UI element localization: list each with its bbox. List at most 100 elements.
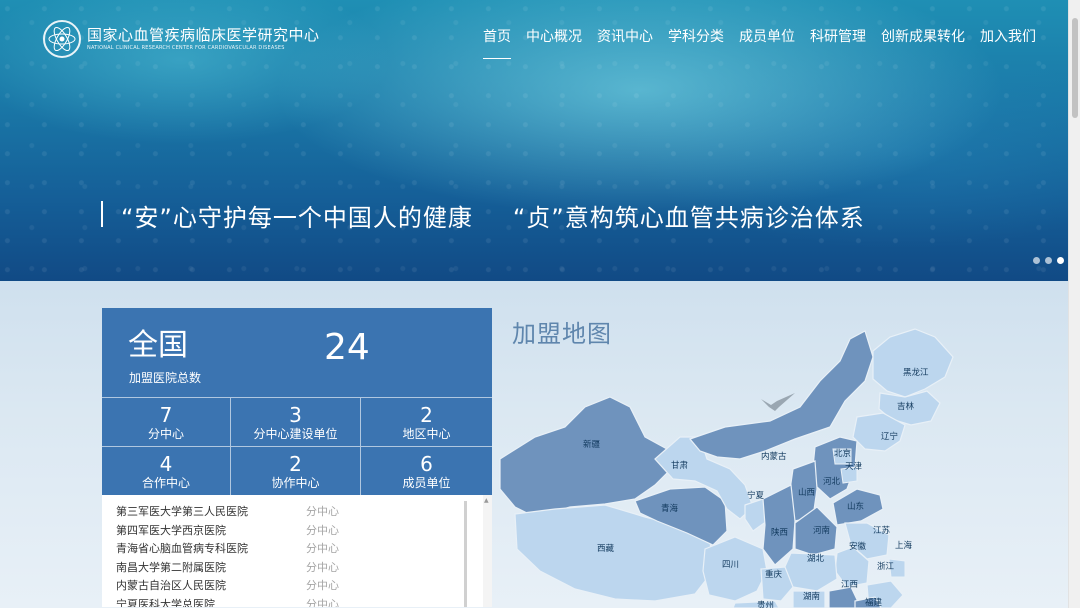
stat-label: 合作中心: [141, 476, 190, 490]
stat-value: 6: [420, 452, 433, 476]
hospital-name: 第三军医大学第三人民医院: [116, 505, 248, 518]
stat-label: 地区中心: [402, 427, 451, 441]
stat-value: 4: [159, 452, 173, 476]
hospital-name: 南昌大学第二附属医院: [116, 560, 226, 574]
map-label: 江苏: [873, 525, 891, 536]
carousel-dot[interactable]: [1045, 257, 1052, 264]
map-label: 河北: [823, 476, 841, 487]
map-label: 山西: [798, 487, 815, 498]
province-shaanxi[interactable]: [762, 484, 796, 566]
stat-value: 3: [289, 403, 302, 427]
list-item[interactable]: 第三军医大学第三人民医院 分中心: [102, 503, 492, 522]
map-title: 加盟地图: [512, 320, 612, 348]
map-label: 内蒙古: [761, 451, 787, 462]
page: 国家心血管疾病临床医学研究中心 NATIONAL CLINICAL RESEAR…: [0, 0, 1080, 608]
stat-label: 分中心建设单位: [253, 427, 338, 441]
main-nav: 首页 中心概况 资讯中心 学科分类 成员单位 科研管理 创新成果转化 加入我们: [483, 27, 1051, 59]
map-label: 上海: [895, 540, 913, 551]
site-logo[interactable]: 国家心血管疾病临床医学研究中心 NATIONAL CLINICAL RESEAR…: [43, 20, 320, 58]
list-scrollbar[interactable]: [464, 501, 467, 607]
alliance-section: 全国 加盟医院总数 24 7 分中心 3 分中心建设单位 2 地区中心 4 合作…: [0, 281, 1068, 608]
map-label: 青海: [661, 503, 679, 514]
stat-label: 分中心: [147, 427, 184, 441]
stat-cooperation-center[interactable]: 4 合作中心: [102, 446, 231, 495]
nav-members[interactable]: 成员单位: [739, 27, 795, 49]
stat-collaboration-center[interactable]: 2 协作中心: [231, 446, 361, 495]
nav-research[interactable]: 科研管理: [810, 27, 866, 49]
map-label: 吉林: [897, 401, 915, 412]
map-label: 河南: [813, 525, 830, 536]
map-label: 福建: [865, 597, 883, 608]
map-label: 湖北: [807, 554, 825, 564]
stat-label: 成员单位: [402, 476, 451, 490]
map-label: 山东: [847, 501, 864, 512]
map-label: 新疆: [583, 439, 601, 450]
map-label: 陕西: [771, 527, 788, 538]
stats-scope: 全国: [128, 328, 188, 363]
stats-panel: 全国 加盟医院总数 24 7 分中心 3 分中心建设单位 2 地区中心 4 合作…: [102, 308, 492, 608]
stats-summary: 全国 加盟医院总数 24: [102, 308, 492, 397]
hospital-type: 分中心: [306, 579, 339, 592]
logo-title: 国家心血管疾病临床医学研究中心: [87, 26, 320, 44]
hospital-type: 分中心: [306, 597, 339, 608]
stats-total-label: 加盟医院总数: [129, 371, 202, 385]
list-item[interactable]: 第四军医大学西京医院 分中心: [102, 522, 492, 541]
slogan-bar: [101, 201, 103, 227]
map-label: 湖南: [803, 591, 820, 602]
hospital-name: 青海省心脑血管病专科医院: [116, 542, 248, 555]
map-label: 辽宁: [881, 431, 898, 442]
nav-news[interactable]: 资讯中心: [597, 27, 653, 49]
map-label: 四川: [722, 560, 739, 570]
stat-value: 7: [159, 403, 173, 427]
stat-sub-center[interactable]: 7 分中心: [102, 397, 231, 446]
hospital-name: 第四军医大学西京医院: [116, 523, 226, 537]
list-item[interactable]: 内蒙古自治区人民医院 分中心: [102, 577, 492, 596]
seagull-icon: [761, 393, 795, 411]
map-label: 浙江: [877, 561, 895, 572]
map-label: 甘肃: [671, 460, 689, 471]
map-label: 重庆: [765, 569, 783, 580]
stat-sub-center-building[interactable]: 3 分中心建设单位: [231, 397, 361, 446]
hero-slogan: “安”心守护每一个中国人的健康 “贞”意构筑心血管共病诊治体系: [101, 198, 865, 233]
stat-value: 2: [289, 452, 302, 476]
list-item[interactable]: 宁夏医科大学总医院 分中心: [102, 596, 492, 608]
carousel-dot[interactable]: [1033, 257, 1040, 264]
logo-emblem-icon: [43, 20, 81, 58]
stat-member-units[interactable]: 6 成员单位: [361, 446, 492, 495]
stat-value: 2: [420, 403, 433, 427]
scroll-up-icon[interactable]: ▲: [484, 497, 489, 504]
nav-about[interactable]: 中心概况: [526, 27, 582, 49]
map-label: 宁夏: [747, 490, 765, 501]
stats-grid: 7 分中心 3 分中心建设单位 2 地区中心 4 合作中心 2 协作中心 6 成…: [102, 397, 492, 495]
page-scrollbar[interactable]: [1068, 0, 1080, 608]
stat-regional-center[interactable]: 2 地区中心: [361, 397, 492, 446]
scrollbar-thumb[interactable]: [1072, 18, 1078, 118]
map-label: 江西: [841, 580, 858, 590]
slogan-part-1: “安”心守护每一个中国人的健康: [121, 204, 473, 232]
map-label: 北京: [834, 448, 851, 459]
hospital-list: 第三军医大学第三人民医院 分中心 第四军医大学西京医院 分中心 青海省心脑血管病专科…: [102, 495, 492, 607]
list-scroll-track[interactable]: [483, 495, 492, 607]
map-label: 西藏: [597, 543, 615, 554]
nav-innovation[interactable]: 创新成果转化: [881, 27, 965, 49]
province-heilongjiang[interactable]: [872, 328, 954, 398]
stat-label: 协作中心: [271, 476, 320, 490]
logo-subtitle: NATIONAL CLINICAL RESEARCH CENTER FOR CA…: [87, 45, 285, 51]
nav-join[interactable]: 加入我们: [980, 27, 1036, 49]
hospital-name: 内蒙古自治区人民医院: [116, 579, 226, 592]
nav-home[interactable]: 首页: [483, 27, 511, 59]
list-item[interactable]: 南昌大学第二附属医院 分中心: [102, 559, 492, 578]
hero-banner: 国家心血管疾病临床医学研究中心 NATIONAL CLINICAL RESEAR…: [0, 0, 1068, 281]
hospital-type: 分中心: [306, 523, 339, 537]
carousel-dot-active[interactable]: [1057, 257, 1064, 264]
map-label: 安徽: [849, 541, 867, 552]
carousel-dots: [1033, 257, 1064, 264]
map-label: 天津: [845, 461, 863, 472]
map-label: 黑龙江: [903, 367, 929, 378]
china-map: 黑龙江 吉林 辽宁 内蒙古 北京 天津 河北 山西 山东 新疆 甘肃 宁夏 青海…: [499, 328, 954, 608]
hospital-type: 分中心: [306, 542, 339, 555]
nav-disciplines[interactable]: 学科分类: [668, 27, 724, 49]
list-item[interactable]: 青海省心脑血管病专科医院 分中心: [102, 540, 492, 559]
hospital-type: 分中心: [306, 505, 339, 518]
slogan-part-2: “贞”意构筑心血管共病诊治体系: [512, 204, 865, 232]
